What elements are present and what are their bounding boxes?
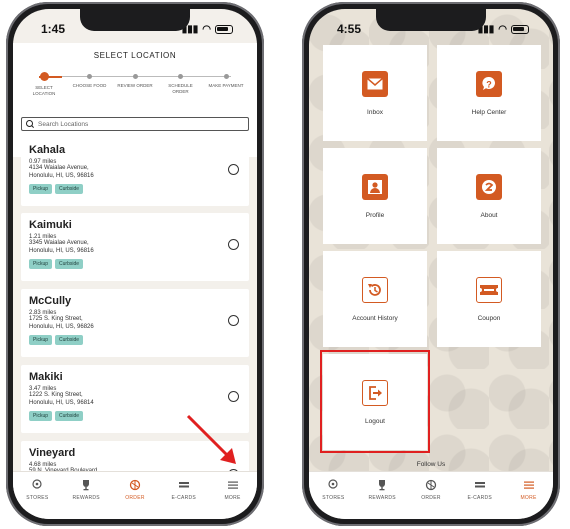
location-name: Kaimuki — [29, 219, 72, 231]
tab-rewards[interactable]: REWARDS — [63, 478, 109, 519]
envelope-icon — [362, 70, 388, 97]
menu-account-history[interactable]: Account History — [323, 251, 427, 347]
step-review-order: REVIEW ORDER — [116, 72, 154, 96]
tab-stores[interactable]: STORES — [310, 478, 356, 519]
trophy-icon — [79, 478, 93, 492]
location-address-line1: 4134 Waialae Avenue, — [29, 165, 89, 171]
trophy-icon — [375, 478, 389, 492]
location-name: Kahala — [29, 144, 66, 156]
more-menu-screen: 4:55 ▮▮▮ ◠ Inbox ? Help Center Profile A… — [309, 9, 553, 519]
curbside-badge: Curbside — [55, 335, 84, 345]
order-icon — [424, 478, 438, 492]
menu-icon — [226, 478, 240, 492]
location-address-line2: Honolulu, HI, US, 96826 — [29, 323, 94, 330]
right-phone: 4:55 ▮▮▮ ◠ Inbox ? Help Center Profile A… — [302, 2, 560, 526]
menu-help-center[interactable]: ? Help Center — [437, 45, 541, 141]
status-icons: ▮▮▮ ◠ — [182, 24, 233, 35]
step-choose-food: CHOOSE FOOD — [71, 72, 109, 96]
location-radio[interactable] — [228, 391, 239, 402]
person-icon — [362, 173, 388, 200]
location-radio[interactable] — [228, 239, 239, 250]
location-radio[interactable] — [228, 164, 239, 175]
location-address-line1: 3345 Waialae Avenue, — [29, 240, 89, 246]
location-pin-icon — [30, 478, 44, 492]
page-title: SELECT LOCATION — [93, 51, 177, 60]
location-name: McCully — [29, 295, 72, 307]
tab-order[interactable]: ORDER — [112, 478, 158, 519]
order-stepper: SELECT LOCATION CHOOSE FOOD REVIEW ORDER… — [25, 72, 245, 108]
step-make-payment: MAKE PAYMENT — [207, 72, 245, 96]
location-radio[interactable] — [228, 315, 239, 326]
tab-rewards[interactable]: REWARDS — [359, 478, 405, 519]
step-schedule-order: SCHEDULE ORDER — [162, 72, 200, 96]
location-card-kahala[interactable]: Kahala 0.97 miles 4134 Waialae Avenue, H… — [21, 138, 249, 206]
about-icon — [476, 173, 502, 200]
location-address-line2: Honolulu, HI, US, 96814 — [29, 399, 94, 406]
battery-icon — [215, 24, 233, 34]
menu-about[interactable]: About — [437, 148, 541, 244]
location-card-mccully[interactable]: McCully 2.83 miles 1725 S. King Street, … — [21, 289, 249, 357]
location-address-line2: Honolulu, HI, US, 96816 — [29, 172, 94, 179]
history-icon — [362, 276, 388, 303]
order-icon — [128, 478, 142, 492]
pickup-badge: Pickup — [29, 335, 53, 345]
location-name: Makiki — [29, 371, 63, 383]
status-time: 4:55 — [337, 22, 362, 36]
location-pin-icon — [326, 478, 340, 492]
location-address-line2: Honolulu, HI, US, 96816 — [29, 247, 94, 254]
coupon-icon — [476, 276, 502, 303]
step-select-location: SELECT LOCATION — [25, 72, 63, 96]
location-card-kaimuki[interactable]: Kaimuki 1.21 miles 3345 Waialae Avenue, … — [21, 213, 249, 281]
curbside-badge: Curbside — [55, 184, 84, 194]
follow-us-label: Follow Us — [416, 461, 446, 468]
status-time: 1:45 — [41, 22, 66, 36]
pickup-badge: Pickup — [29, 411, 53, 421]
menu-inbox[interactable]: Inbox — [323, 45, 427, 141]
search-box[interactable] — [21, 117, 249, 131]
tab-ecards[interactable]: E-CARDS — [161, 478, 207, 519]
pickup-badge: Pickup — [29, 259, 53, 269]
tab-ecards[interactable]: E-CARDS — [457, 478, 503, 519]
notch — [80, 9, 190, 31]
curbside-badge: Curbside — [55, 259, 84, 269]
tab-more[interactable]: MORE — [210, 478, 256, 519]
notch — [376, 9, 486, 31]
tab-bar: STORES REWARDS ORDER E-CARDS MORE — [13, 471, 257, 519]
pickup-badge: Pickup — [29, 184, 53, 194]
location-address-line1: 1725 S. King Street, — [29, 316, 83, 322]
battery-icon — [511, 24, 529, 34]
menu-coupon[interactable]: Coupon — [437, 251, 541, 347]
menu-logout[interactable]: Logout — [323, 354, 427, 450]
status-icons: ▮▮▮ ◠ — [478, 24, 529, 35]
svg-text:?: ? — [486, 79, 492, 89]
location-address-line1: 1222 S. King Street, — [29, 392, 83, 398]
tab-stores[interactable]: STORES — [14, 478, 60, 519]
card-icon — [473, 478, 487, 492]
tab-order[interactable]: ORDER — [408, 478, 454, 519]
menu-icon — [522, 478, 536, 492]
question-icon: ? — [476, 70, 502, 97]
wifi-icon: ◠ — [202, 23, 211, 35]
search-input[interactable] — [38, 120, 208, 128]
search-icon — [26, 120, 34, 128]
curbside-badge: Curbside — [55, 411, 84, 421]
tab-bar: STORES REWARDS ORDER E-CARDS MORE — [309, 471, 553, 519]
annotation-arrow — [186, 414, 236, 464]
menu-profile[interactable]: Profile — [323, 148, 427, 244]
tab-more[interactable]: MORE — [506, 478, 552, 519]
logout-icon — [362, 379, 388, 406]
card-icon — [177, 478, 191, 492]
wifi-icon: ◠ — [498, 23, 507, 35]
